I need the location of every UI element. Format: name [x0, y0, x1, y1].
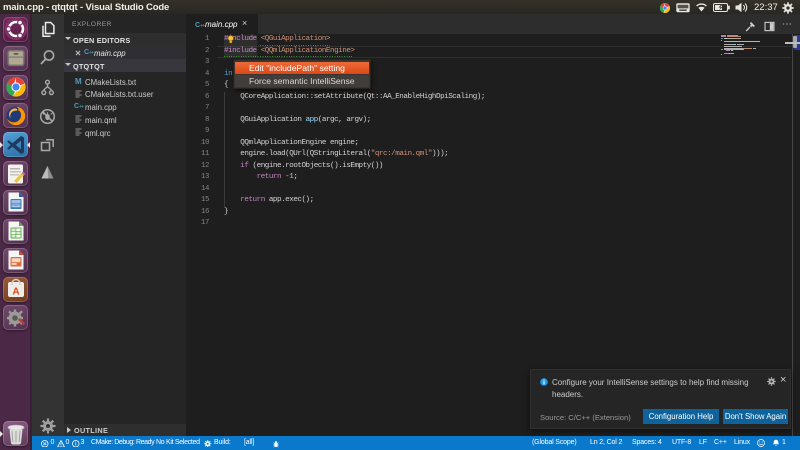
- svg-text:A: A: [12, 287, 19, 298]
